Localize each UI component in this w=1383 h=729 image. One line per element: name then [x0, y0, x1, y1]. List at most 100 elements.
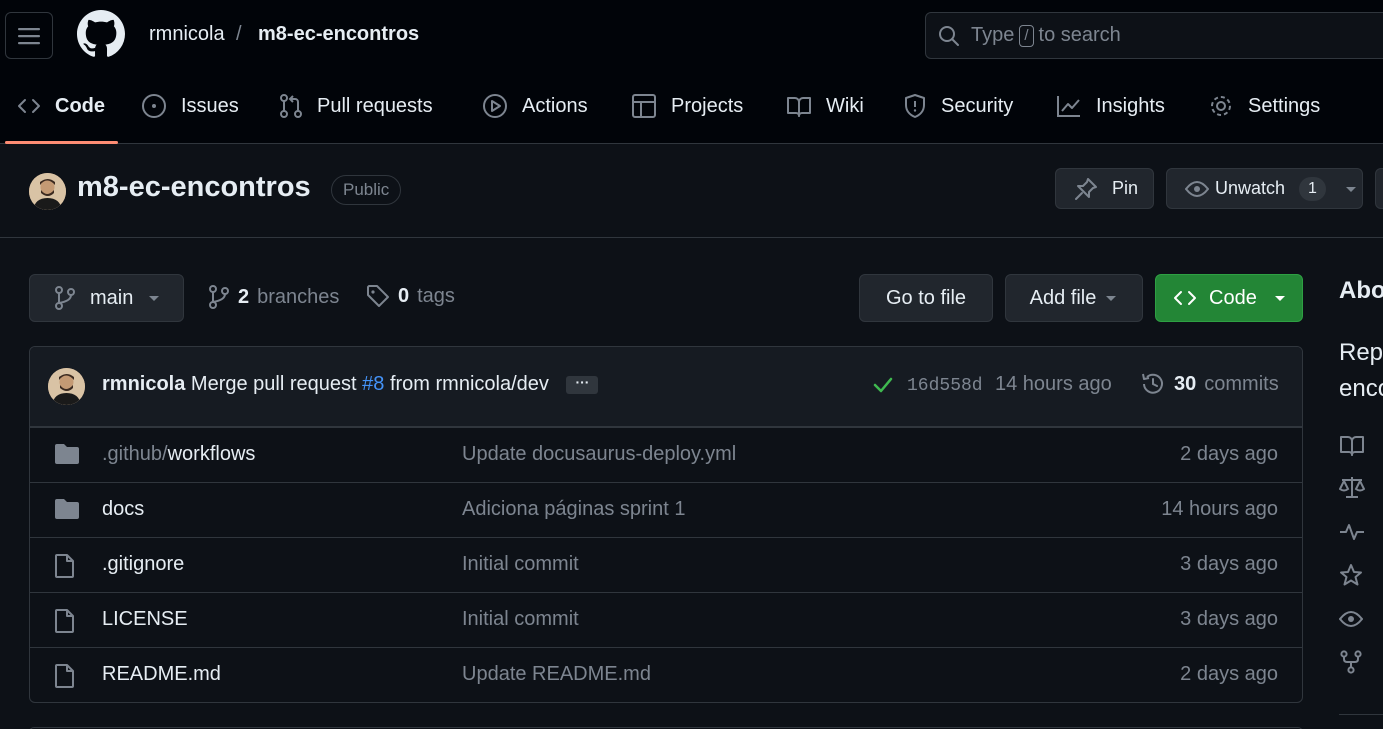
owner-avatar[interactable] — [29, 173, 66, 210]
add-file-button[interactable]: Add file — [1005, 274, 1143, 322]
file-commit-message[interactable]: Update docusaurus-deploy.yml — [462, 443, 736, 466]
about-description-line2: enco — [1339, 375, 1383, 402]
branches-count: 2 — [238, 285, 250, 308]
file-name[interactable]: LICENSE — [102, 608, 188, 631]
file-row[interactable]: LICENSE Initial commit 3 days ago — [30, 592, 1302, 647]
fork-icon[interactable] — [1339, 650, 1363, 674]
file-commit-message[interactable]: Initial commit — [462, 553, 579, 576]
eye-icon — [1185, 180, 1209, 197]
tab-issues-label: Issues — [181, 94, 239, 117]
tag-icon — [367, 285, 389, 307]
search-icon — [939, 25, 959, 46]
file-name[interactable]: .gitignore — [102, 553, 184, 576]
file-name[interactable]: README.md — [102, 663, 221, 686]
tab-actions-label: Actions — [522, 94, 588, 117]
search-input[interactable]: Type / to search — [925, 12, 1383, 59]
file-commit-message[interactable]: Update README.md — [462, 663, 651, 686]
github-logo-icon[interactable] — [77, 10, 125, 58]
add-file-label: Add file — [1029, 286, 1097, 309]
gear-icon — [1211, 96, 1231, 116]
code-icon — [18, 99, 40, 113]
file-icon — [55, 664, 74, 688]
commit-message-suffix[interactable]: from rmnicola/dev — [390, 373, 549, 395]
tab-pull-requests[interactable]: Pull requests — [279, 68, 433, 144]
file-age: 2 days ago — [1180, 663, 1278, 685]
tags-label: tags — [417, 284, 455, 307]
file-name[interactable]: .github/workflows — [102, 443, 255, 466]
file-name[interactable]: docs — [102, 498, 144, 521]
star-icon[interactable] — [1339, 563, 1363, 587]
tab-insights[interactable]: Insights — [1056, 68, 1165, 144]
commit-sha[interactable]: 16d558d — [907, 376, 983, 396]
branches-link[interactable]: 2 branches — [208, 284, 339, 310]
tab-actions[interactable]: Actions — [482, 68, 588, 144]
file-icon — [55, 554, 74, 578]
go-to-file-label: Go to file — [885, 286, 967, 309]
tab-pull-requests-label: Pull requests — [317, 94, 433, 117]
expand-commit-button[interactable]: ··· — [566, 375, 599, 394]
file-name-prefix: .github/ — [102, 443, 168, 465]
file-row[interactable]: .gitignore Initial commit 3 days ago — [30, 537, 1302, 592]
issue-icon — [142, 94, 166, 118]
file-row[interactable]: .github/workflows Update docusaurus-depl… — [30, 427, 1302, 482]
breadcrumb-owner[interactable]: rmnicola — [149, 21, 225, 47]
commit-author-avatar[interactable] — [48, 368, 85, 405]
tab-issues[interactable]: Issues — [141, 68, 239, 144]
tab-security[interactable]: Security — [903, 68, 1013, 144]
file-row[interactable]: docs Adiciona páginas sprint 1 14 hours … — [30, 482, 1302, 537]
tab-wiki-label: Wiki — [826, 94, 864, 117]
commits-link[interactable]: 30 commits — [1140, 371, 1279, 397]
file-row[interactable]: README.md Update README.md 2 days ago — [30, 647, 1302, 702]
history-icon — [1142, 373, 1163, 394]
tab-wiki[interactable]: Wiki — [786, 68, 864, 144]
menu-button[interactable] — [5, 12, 53, 59]
latest-commit-bar: rmnicola Merge pull request #8 from rmni… — [30, 347, 1302, 427]
law-icon[interactable] — [1339, 475, 1365, 499]
tab-projects[interactable]: Projects — [631, 68, 743, 144]
branch-icon — [55, 286, 75, 310]
eye-icon[interactable] — [1339, 609, 1363, 629]
file-commit-message[interactable]: Adiciona páginas sprint 1 — [462, 498, 685, 521]
commit-time: 14 hours ago — [995, 373, 1112, 395]
repo-title[interactable]: m8-ec-encontros — [77, 171, 311, 204]
tab-security-label: Security — [941, 94, 1014, 117]
go-to-file-button[interactable]: Go to file — [859, 274, 993, 322]
tab-settings[interactable]: Settings — [1208, 68, 1320, 144]
play-icon — [483, 94, 507, 118]
hamburger-icon — [18, 27, 40, 44]
tab-projects-label: Projects — [671, 94, 744, 117]
book-icon[interactable] — [1339, 433, 1365, 457]
global-header: rmnicola / m8-ec-encontros Type / to sea… — [0, 0, 1383, 68]
chevron-down-icon — [149, 296, 160, 301]
file-commit-message[interactable]: Initial commit — [462, 608, 579, 631]
code-icon — [1174, 291, 1196, 305]
tab-insights-label: Insights — [1096, 94, 1165, 117]
pin-button[interactable]: Pin — [1055, 168, 1154, 209]
code-button[interactable]: Code — [1155, 274, 1303, 322]
unwatch-label: Unwatch — [1215, 178, 1286, 198]
pull-request-icon — [280, 94, 302, 118]
pulse-icon[interactable] — [1339, 521, 1365, 543]
commits-label: commits — [1204, 372, 1279, 395]
commits-count: 30 — [1174, 372, 1197, 395]
unwatch-button[interactable]: Unwatch 1 — [1166, 168, 1363, 209]
search-suffix: to search — [1038, 24, 1121, 46]
branch-icon — [209, 285, 229, 309]
check-icon[interactable] — [872, 375, 894, 395]
commit-pr-link[interactable]: #8 — [362, 373, 384, 395]
branch-selector[interactable]: main — [29, 274, 184, 322]
commit-message-prefix[interactable]: Merge pull request — [191, 373, 357, 395]
breadcrumb-repo[interactable]: m8-ec-encontros — [258, 21, 419, 47]
folder-icon — [55, 499, 79, 519]
commit-message: rmnicola Merge pull request #8 from rmni… — [102, 373, 599, 396]
tags-link[interactable]: 0 tags — [366, 284, 455, 308]
tab-code-label: Code — [55, 94, 105, 117]
branch-name: main — [90, 286, 134, 309]
fork-button[interactable] — [1375, 168, 1383, 209]
shield-icon — [905, 94, 925, 118]
tab-code[interactable]: Code — [17, 68, 105, 144]
table-icon — [632, 94, 656, 118]
code-button-label: Code — [1209, 286, 1257, 309]
commit-author[interactable]: rmnicola — [102, 373, 185, 395]
file-age: 14 hours ago — [1161, 498, 1278, 520]
